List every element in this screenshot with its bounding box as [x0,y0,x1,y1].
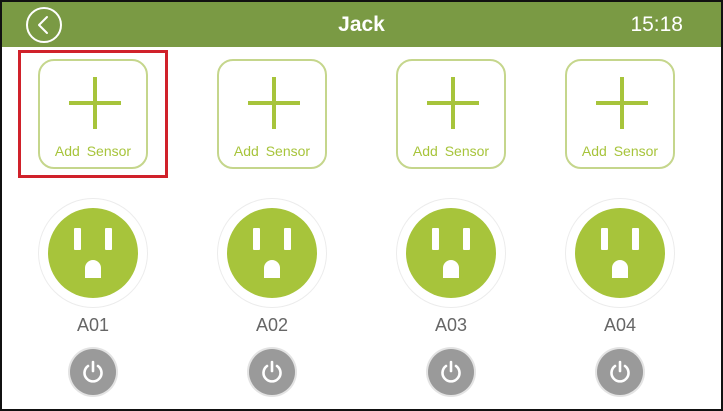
outlet-icon [575,208,665,298]
socket-label: A01 [76,315,110,335]
plus-icon [596,77,648,129]
add-sensor-label: Add Sensor [412,143,490,159]
power-icon [83,360,103,383]
page-title: Jack [338,13,385,36]
plus-icon [69,77,121,129]
power-button[interactable] [249,349,295,395]
outlet-button[interactable] [397,199,505,307]
add-sensor-button[interactable]: Add Sensor [217,59,327,169]
add-sensor-label: Add Sensor [581,143,659,159]
add-sensor-label: Add Sensor [54,143,132,159]
plus-icon [427,77,479,129]
outlet-icon [406,208,496,298]
power-icon [441,360,461,383]
outlet-icon [227,208,317,298]
socket-column-a02: Add Sensor A02 [217,47,327,409]
plus-icon [248,77,300,129]
outlet-button[interactable] [218,199,326,307]
socket-label: A03 [434,315,468,335]
clock-time: 15:18 [630,13,683,36]
outlet-button[interactable] [566,199,674,307]
socket-label: A02 [255,315,289,335]
power-icon [262,360,282,383]
power-button[interactable] [428,349,474,395]
power-button[interactable] [70,349,116,395]
outlet-button[interactable] [39,199,147,307]
socket-column-a03: Add Sensor A03 [396,47,506,409]
add-sensor-button[interactable]: Add Sensor [396,59,506,169]
add-sensor-button[interactable]: Add Sensor [565,59,675,169]
socket-column-a04: Add Sensor A04 [565,47,675,409]
power-button[interactable] [597,349,643,395]
app-screen: Jack 15:18 Add Sensor A01 Add Sensor A02… [0,0,723,411]
socket-label: A04 [603,315,637,335]
add-sensor-label: Add Sensor [233,143,311,159]
add-sensor-button[interactable]: Add Sensor [38,59,148,169]
header-bar: Jack 15:18 [2,2,721,47]
outlet-icon [48,208,138,298]
socket-grid: Add Sensor A01 Add Sensor A02 Add Sensor… [2,47,721,409]
power-icon [610,360,630,383]
socket-column-a01: Add Sensor A01 [18,47,168,409]
